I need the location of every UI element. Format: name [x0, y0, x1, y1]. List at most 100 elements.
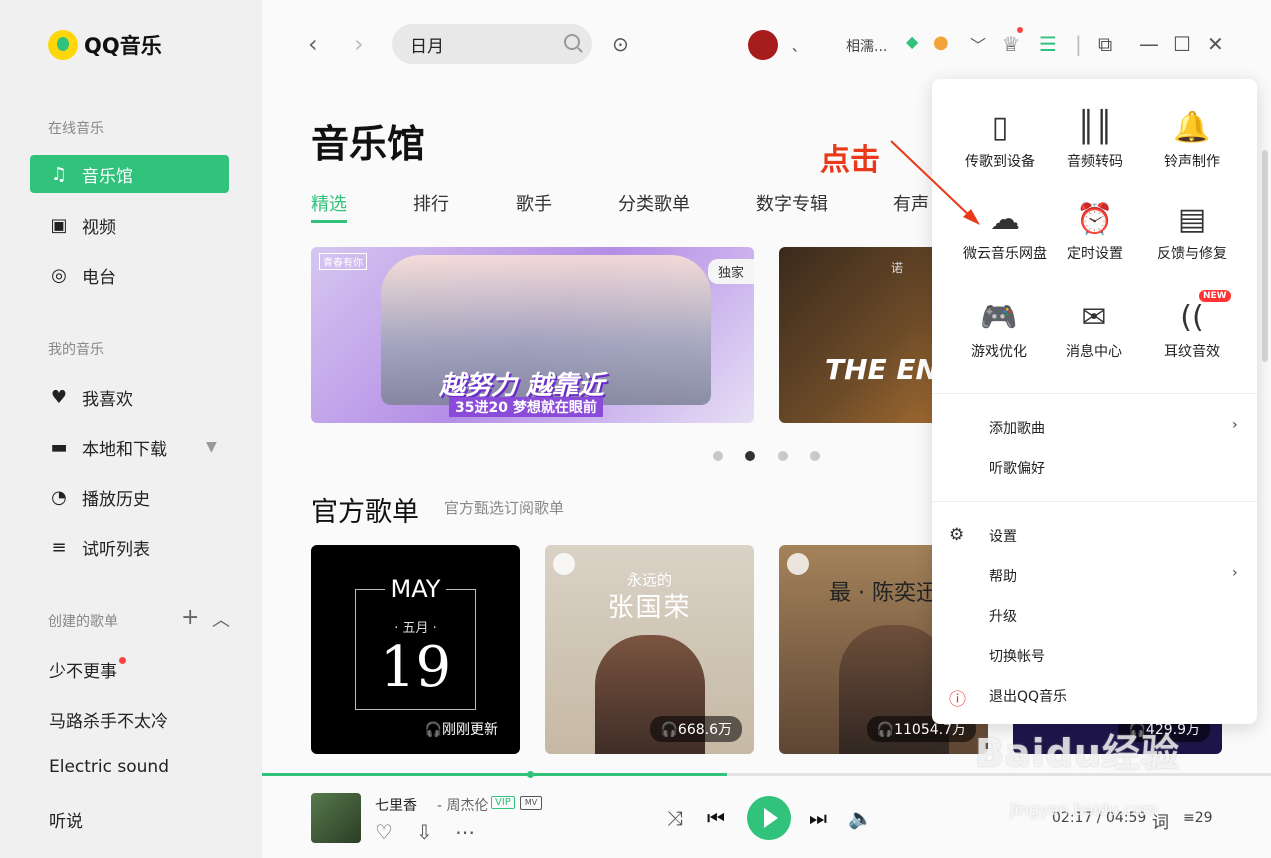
tab-category-playlists[interactable]: 分类歌单 [618, 190, 690, 216]
username[interactable]: 相濡... [846, 36, 887, 56]
featured-banner[interactable]: 青春有你 越努力 越靠近 35进20 梦想就在眼前 独家 [311, 247, 754, 423]
dropdown-chevron-icon[interactable]: ﹀ [970, 32, 986, 56]
carousel-dot[interactable] [713, 451, 723, 461]
back-chevron-icon[interactable]: ‹ [308, 30, 318, 58]
secondary-banner[interactable]: 诺 THE END [779, 247, 939, 423]
menu-game-optimize[interactable]: 🎮 游戏优化 [949, 297, 1049, 361]
voice-search-icon[interactable]: ⊙ [612, 32, 629, 56]
unread-dot [119, 657, 126, 664]
forward-chevron-icon[interactable]: › [354, 30, 364, 58]
maximize-icon[interactable]: ☐ [1173, 32, 1191, 56]
menu-message-center[interactable]: ✉ 消息中心 [1044, 297, 1144, 361]
sidebar-item-trial-list[interactable]: ≡ 试听列表 [30, 528, 229, 566]
submenu-chevron-icon: › [1232, 417, 1238, 433]
tab-digital-albums[interactable]: 数字专辑 [756, 190, 828, 216]
menu-ear-print-audio[interactable]: (( 耳纹音效 [1142, 297, 1242, 361]
search-input[interactable]: 日月 [392, 24, 592, 64]
menu-switch-account[interactable]: 切换帐号 [989, 646, 1045, 666]
close-icon[interactable]: ✕ [1207, 32, 1224, 56]
play-count: 🎧刚刚更新 [424, 722, 498, 738]
sidebar-item-music-hall[interactable]: ♫ 音乐馆 [30, 155, 229, 193]
headphones-icon: 🎧 [876, 722, 895, 738]
gear-icon: ⚙ [949, 525, 965, 545]
baidu-watermark: Baidu经验 [975, 731, 1180, 775]
sidebar-item-video[interactable]: ▣ 视频 [30, 206, 229, 244]
headphones-icon: 🎧 [660, 722, 678, 738]
card-day: 19 [379, 635, 452, 700]
sidebar-item-favorites[interactable]: ♥ 我喜欢 [30, 378, 229, 416]
song-title[interactable]: 七里香 [375, 795, 417, 815]
video-icon: ▣ [50, 214, 68, 236]
menu-upgrade[interactable]: 升级 [989, 606, 1017, 626]
app-logo[interactable]: QQ音乐 [48, 30, 162, 60]
add-playlist-icon[interactable]: + [181, 605, 199, 630]
mail-icon: ✉ [1081, 300, 1107, 335]
menu-audio-transcode[interactable]: ║║ 音频转码 [1045, 107, 1145, 171]
download-filter-icon[interactable]: ▼ [206, 439, 217, 455]
main-menu-icon[interactable]: ☰ [1039, 32, 1057, 56]
menu-add-songs[interactable]: 添加歌曲 [989, 418, 1045, 438]
tab-singers[interactable]: 歌手 [516, 190, 552, 216]
progress-fill [262, 773, 727, 776]
sidebar-item-radio[interactable]: ◎ 电台 [30, 256, 229, 294]
album-cover[interactable] [311, 793, 361, 843]
playlist-item[interactable]: 少不更事 [49, 657, 126, 682]
sidebar-item-history[interactable]: ◔ 播放历史 [30, 478, 229, 516]
warning-exit-icon: ⓘ [949, 690, 966, 710]
gamepad-icon: 🎮 [980, 300, 1018, 335]
active-tab-indicator [311, 220, 347, 223]
progress-handle[interactable] [527, 771, 534, 778]
waveform-icon: ║║ [1076, 110, 1114, 145]
mv-icon[interactable]: MV [520, 796, 542, 810]
level-badge-icon[interactable]: ● [933, 32, 949, 53]
menu-ringtone-maker[interactable]: 🔔 铃声制作 [1142, 107, 1242, 171]
playlist-item[interactable]: 听说 [49, 807, 83, 832]
tab-charts[interactable]: 排行 [413, 190, 449, 216]
user-avatar[interactable] [748, 30, 778, 60]
menu-divider [932, 501, 1257, 502]
playlist-item[interactable]: 马路杀手不太冷 [49, 707, 168, 732]
feedback-icon: ▤ [1177, 202, 1207, 237]
queue-button[interactable]: ≡29 [1183, 810, 1213, 826]
scrollbar[interactable] [1262, 150, 1268, 362]
download-icon[interactable]: ⇩ [416, 820, 433, 844]
banner-corner-logo: 青春有你 [319, 253, 367, 270]
banner2-top-text: 诺 [891, 261, 904, 275]
more-icon[interactable]: ⋯ [455, 820, 475, 844]
menu-exit[interactable]: 退出QQ音乐 [989, 686, 1067, 706]
menu-help[interactable]: 帮助 [989, 566, 1017, 586]
minimize-icon[interactable]: — [1139, 32, 1159, 56]
volume-icon[interactable]: 🔈 [848, 806, 873, 830]
created-playlists-section-label: 创建的歌单 [48, 614, 118, 630]
baidu-watermark-url: jingyan.baidu.com [1010, 800, 1158, 819]
menu-listening-preference[interactable]: 听歌偏好 [989, 458, 1045, 478]
mini-mode-icon[interactable]: ⧉ [1098, 32, 1112, 56]
menu-settings[interactable]: 设置 [989, 526, 1017, 546]
like-heart-icon[interactable]: ♡ [375, 820, 393, 844]
heart-icon: ♥ [50, 386, 68, 408]
sidebar-item-local-download[interactable]: ▬ 本地和下载 ▼ [30, 428, 229, 466]
carousel-dot-active[interactable] [745, 451, 755, 461]
shuffle-icon[interactable]: ⤨ [667, 806, 683, 830]
play-button[interactable] [747, 796, 791, 840]
skin-shirt-icon[interactable]: ♕ [1002, 32, 1020, 56]
menu-timer-settings[interactable]: ⏰ 定时设置 [1045, 199, 1145, 263]
search-icon[interactable] [564, 34, 580, 50]
playlist-item[interactable]: Electric sound [49, 757, 169, 777]
playlist-card[interactable]: 永远的 张国荣 🎧668.6万 [545, 545, 754, 754]
playlist-card[interactable]: MAY · 五月 · 19 🎧刚刚更新 [311, 545, 520, 754]
carousel-dot[interactable] [778, 451, 788, 461]
vip-badge: VIP [491, 796, 515, 809]
green-diamond-icon[interactable]: ◆ [906, 32, 918, 51]
tab-featured[interactable]: 精选 [311, 190, 347, 216]
collapse-chevron-up-icon[interactable]: ︿ [212, 606, 230, 632]
playlist-icon: ≡ [51, 536, 67, 558]
previous-icon[interactable]: ⏮ [707, 806, 725, 830]
next-icon[interactable]: ⏭ [809, 806, 827, 830]
menu-feedback-repair[interactable]: ▤ 反馈与修复 [1142, 199, 1242, 263]
notification-dot [1017, 27, 1023, 33]
carousel-dot[interactable] [810, 451, 820, 461]
section-title[interactable]: 官方歌单 [311, 490, 419, 529]
qq-music-logo-icon [48, 30, 78, 60]
song-artist[interactable]: - 周杰伦 [437, 795, 489, 815]
